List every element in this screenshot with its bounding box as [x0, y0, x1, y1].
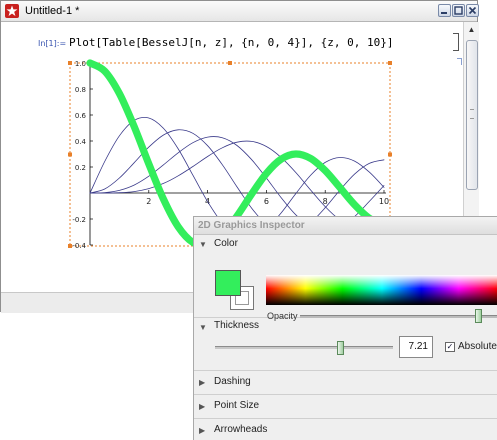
collapse-arrow-icon[interactable]: ▶ — [199, 402, 205, 411]
minimize-button[interactable] — [438, 4, 451, 17]
maximize-icon — [454, 6, 463, 15]
graphics-inspector-panel: 2D Graphics Inspector ▼ Color Opacity ▼ … — [193, 216, 497, 440]
resize-handle[interactable] — [228, 61, 232, 65]
dashing-section-label[interactable]: Dashing — [214, 376, 251, 387]
thickness-value-field[interactable]: 7.21 — [399, 336, 433, 358]
maximize-button[interactable] — [452, 4, 465, 17]
point-size-section[interactable]: ▶ Point Size — [194, 394, 497, 419]
arrowheads-section-label[interactable]: Arrowheads — [214, 424, 267, 435]
window-title: Untitled-1 * — [25, 5, 80, 17]
color-section: ▼ Color Opacity — [194, 234, 497, 323]
minimize-icon — [441, 12, 447, 14]
thickness-section-label[interactable]: Thickness — [214, 320, 259, 331]
y-tick-label: 0.4 — [75, 138, 87, 146]
y-tick-label: 0.6 — [75, 112, 87, 120]
resize-handle[interactable] — [68, 152, 72, 157]
color-section-label[interactable]: Color — [214, 238, 238, 249]
thickness-slider-thumb[interactable] — [337, 341, 344, 355]
output-cell-bracket[interactable] — [457, 58, 462, 65]
resize-handle[interactable] — [68, 61, 72, 65]
resize-handle[interactable] — [388, 152, 392, 157]
dashing-section[interactable]: ▶ Dashing — [194, 370, 497, 395]
expand-arrow-icon[interactable]: ▼ — [199, 323, 207, 332]
collapse-arrow-icon[interactable]: ▶ — [199, 426, 205, 435]
title-bar[interactable]: Untitled-1 * — [1, 1, 479, 22]
x-tick-label: 10 — [379, 197, 389, 206]
scroll-up-icon[interactable]: ▲ — [464, 22, 479, 37]
mathematica-star-icon — [5, 4, 19, 18]
thickness-slider-track[interactable] — [215, 346, 393, 349]
y-tick-label: 0.8 — [75, 86, 86, 94]
y-tick-label: 0.2 — [75, 164, 86, 172]
resize-handle[interactable] — [68, 244, 72, 248]
grip-icon — [470, 109, 474, 119]
resize-handle[interactable] — [388, 61, 392, 65]
x-tick-label: 6 — [264, 197, 269, 206]
input-label: In[1]:= — [38, 39, 67, 48]
input-cell-code[interactable]: Plot[Table[BesselJ[n, z], {n, 0, 4}], {z… — [69, 36, 394, 49]
foreground-color-swatch[interactable] — [215, 270, 241, 296]
cell-bracket[interactable] — [453, 33, 459, 51]
expand-arrow-icon[interactable]: ▼ — [199, 240, 207, 249]
collapse-arrow-icon[interactable]: ▶ — [199, 378, 205, 387]
y-tick-label: 1.0 — [75, 60, 86, 68]
y-tick-label: -0.4 — [72, 242, 86, 250]
absolute-checkbox[interactable]: ✓ — [445, 342, 455, 352]
absolute-label: Absolute — [458, 341, 497, 352]
close-icon — [468, 6, 477, 15]
color-spectrum-picker[interactable] — [266, 275, 497, 305]
inspector-title[interactable]: 2D Graphics Inspector — [194, 217, 497, 235]
scroll-thumb[interactable] — [466, 40, 478, 190]
point-size-section-label[interactable]: Point Size — [214, 400, 259, 411]
y-tick-label: -0.2 — [72, 216, 86, 224]
x-tick-label: 2 — [146, 197, 151, 206]
arrowheads-section[interactable]: ▶ Arrowheads — [194, 418, 497, 440]
close-button[interactable] — [466, 4, 479, 17]
